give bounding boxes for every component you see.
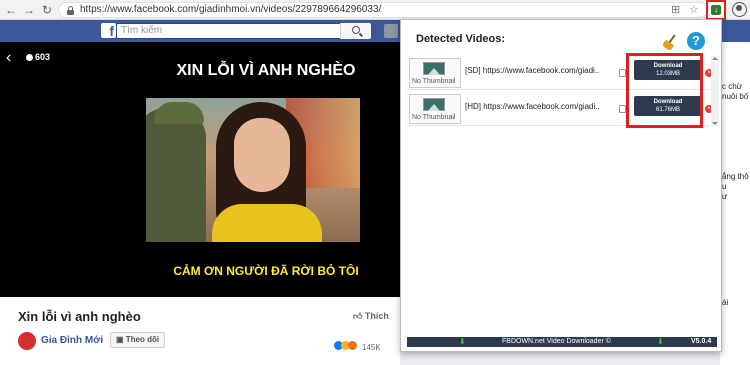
person-icon bbox=[26, 54, 33, 61]
video-player[interactable]: ‹ 603 XIN LỖI VÌ ANH NGHÈO CẢM ƠN NGƯỜI … bbox=[0, 42, 400, 297]
search-icon bbox=[352, 26, 360, 34]
browser-toolbar: ← → ↻ https://www.facebook.com/giadinhmo… bbox=[0, 0, 750, 20]
search-placeholder: Tìm kiếm bbox=[121, 25, 163, 36]
viewer-count: 603 bbox=[26, 52, 50, 62]
download-arrow-icon: ⬇ bbox=[459, 337, 466, 346]
angry-reaction-icon bbox=[348, 341, 357, 351]
image-icon bbox=[423, 98, 445, 111]
page-name-link[interactable]: Gia Đình Mới bbox=[41, 335, 103, 346]
reload-icon[interactable]: ↻ bbox=[40, 3, 54, 17]
video-top-caption: XIN LỖI VÌ ANH NGHÈO bbox=[176, 62, 356, 79]
reaction-summary[interactable]: 145K bbox=[334, 337, 381, 355]
broom-icon[interactable] bbox=[661, 34, 679, 52]
version-label: V5.0.4 bbox=[691, 338, 712, 345]
video-frame: XIN LỖI VÌ ANH NGHÈO CẢM ƠN NGƯỜI ĐÃ RỜI… bbox=[146, 42, 400, 297]
reaction-count: 145K bbox=[362, 343, 381, 352]
avatar[interactable] bbox=[384, 24, 398, 38]
fbdown-popup: Detected Videos: ? No Thumbnail [SD] htt… bbox=[400, 19, 722, 352]
chevron-left-icon[interactable]: ‹ bbox=[6, 50, 11, 66]
back-arrow-icon[interactable]: ← bbox=[4, 3, 18, 17]
sidebar-text: nuôi bố bbox=[722, 92, 749, 101]
video-link-text[interactable]: [HD] https://www.facebook.com/giadi... bbox=[465, 102, 600, 111]
sidebar-text: c chừ bbox=[722, 82, 743, 91]
thumbnail: No Thumbnail bbox=[409, 58, 461, 88]
video-bottom-caption: CẢM ƠN NGƯỜI ĐÃ RỜI BỎ TÔI bbox=[173, 264, 359, 278]
scrollbar[interactable] bbox=[711, 56, 719, 126]
fbdown-extension-button[interactable]: ↓ bbox=[706, 0, 726, 20]
download-arrow-icon: ⬇ bbox=[657, 337, 664, 346]
download-icon: ↓ bbox=[711, 5, 721, 15]
page-avatar[interactable] bbox=[18, 332, 36, 350]
sidebar-text: u bbox=[722, 182, 727, 191]
image-icon bbox=[423, 62, 445, 75]
facebook-logo-icon[interactable]: f bbox=[101, 23, 116, 39]
help-icon[interactable]: ? bbox=[687, 32, 705, 50]
footer-text[interactable]: FBDOWN.net Video Downloader © bbox=[502, 338, 611, 345]
sidebar-text: ắng thô bbox=[722, 172, 749, 181]
popup-title: Detected Videos: bbox=[416, 33, 506, 45]
lock-icon bbox=[67, 6, 74, 15]
right-sidebar: c chừ nuôi bố ắng thô u ư ái bbox=[720, 42, 750, 365]
thumbnail: No Thumbnail bbox=[409, 94, 461, 124]
url-text[interactable]: https://www.facebook.com/giadinhmoi.vn/v… bbox=[80, 4, 381, 15]
sidebar-text: ư bbox=[722, 192, 728, 201]
address-bar[interactable]: https://www.facebook.com/giadinhmoi.vn/v… bbox=[58, 2, 708, 18]
facebook-search-input[interactable]: Tìm kiếm bbox=[116, 23, 371, 39]
search-button[interactable] bbox=[340, 23, 371, 39]
video-link-text[interactable]: [SD] https://www.facebook.com/giadi... bbox=[465, 66, 600, 75]
thumbs-up-icon: 👍︎ bbox=[353, 311, 365, 321]
follow-button[interactable]: ▣ Theo dõi bbox=[110, 332, 166, 348]
post-title: Xin lỗi vì anh nghèo bbox=[18, 309, 141, 324]
post-info: Xin lỗi vì anh nghèo 👍︎ Thích Gia Đình M… bbox=[0, 297, 400, 365]
bookmark-star-icon[interactable]: ☆ bbox=[689, 4, 699, 17]
copy-icon[interactable] bbox=[619, 69, 626, 77]
video-scene-image bbox=[146, 98, 360, 242]
translate-icon[interactable]: ⊞ bbox=[671, 4, 680, 17]
popup-footer: ⬇ FBDOWN.net Video Downloader © ⬇ V5.0.4 bbox=[407, 337, 717, 347]
download-buttons-highlight bbox=[626, 53, 703, 128]
like-button[interactable]: 👍︎ Thích bbox=[353, 311, 389, 322]
forward-arrow-icon[interactable]: → bbox=[22, 3, 36, 17]
copy-icon[interactable] bbox=[619, 105, 626, 113]
sidebar-text: ái bbox=[722, 298, 729, 307]
profile-icon[interactable] bbox=[732, 2, 747, 17]
